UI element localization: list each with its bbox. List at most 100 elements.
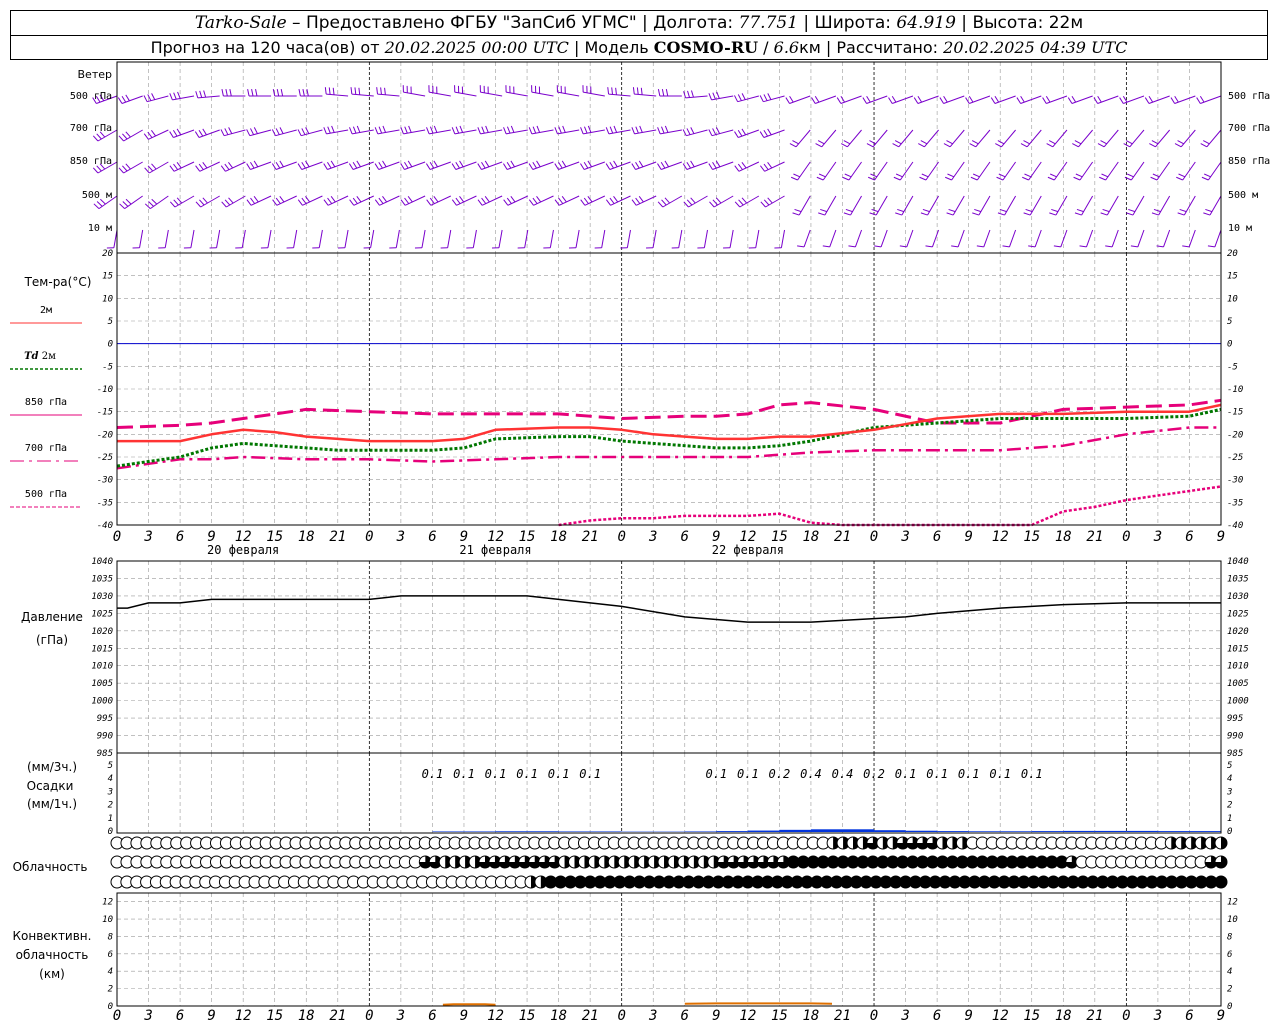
temp-ytick-right: 0	[1227, 340, 1232, 350]
wind-barb-staff	[626, 229, 631, 248]
wind-barb-feather	[382, 125, 387, 133]
wind-barb-feather	[816, 176, 824, 181]
wind-barb-feather	[503, 199, 509, 206]
wind-barb-staff	[506, 161, 528, 170]
wind-barb-feather	[1199, 95, 1205, 103]
wind-barb	[426, 125, 451, 135]
wind-barb-feather	[690, 127, 695, 134]
wind-barb-staff	[738, 129, 760, 138]
wind-barb-feather	[836, 97, 842, 104]
prec-ytick-left: 5	[108, 761, 113, 771]
wind-barb-staff	[1137, 229, 1145, 248]
wind-barb-feather	[119, 203, 125, 209]
wind-barb-feather	[841, 143, 848, 148]
wind-barb-feather	[891, 95, 897, 103]
wind-barb-feather	[503, 127, 507, 135]
temp-ytick-right: -20	[1227, 430, 1243, 440]
wind-barb-staff	[584, 195, 606, 206]
wind-barb-staff	[404, 195, 426, 206]
conv-xtick: 3	[648, 1008, 657, 1024]
temp-ytick-left: -5	[102, 362, 113, 372]
wind-barb-feather	[255, 89, 258, 97]
wind-barb-staff	[1004, 195, 1017, 216]
wind-barb	[1149, 129, 1171, 148]
wind-barb-feather	[358, 87, 361, 95]
wind-barb-feather	[455, 161, 460, 169]
wind-frame	[116, 61, 1222, 254]
wind-barb-staff	[173, 129, 195, 138]
wind-barb-feather	[686, 199, 693, 206]
wind-barb	[454, 85, 477, 97]
wind-barb	[477, 125, 503, 135]
wind-barb-feather	[1125, 140, 1133, 145]
pres-ytick-left: 1040	[91, 557, 113, 567]
wind-barb-feather	[229, 89, 232, 97]
wind-barb-staff	[729, 229, 734, 248]
wind-barb-feather	[737, 94, 742, 101]
precip-bar	[1000, 831, 1032, 832]
wind-barb	[528, 195, 554, 206]
wind-level-label-left: 700 гПа	[70, 123, 112, 134]
wind-barb-staff	[850, 195, 862, 216]
wind-barb	[1207, 229, 1222, 248]
temp-xtick: 3	[900, 529, 909, 545]
wind-barb-staff	[899, 161, 914, 181]
wind-barb-staff	[267, 229, 272, 248]
wind-barb-staff	[429, 91, 451, 97]
precip-bar	[1157, 831, 1190, 832]
wind-barb-feather	[484, 196, 490, 203]
precip-bar	[527, 831, 559, 832]
wind-barb-feather	[763, 163, 769, 170]
wind-barb-feather	[143, 133, 149, 140]
prec-ytick-right: 2	[1227, 801, 1232, 811]
convective-panel	[442, 1002, 833, 1006]
wind-barb-staff	[1158, 195, 1171, 216]
wind-barb-feather	[785, 97, 790, 104]
wind-barb	[466, 229, 477, 249]
wind-barb-feather	[1074, 140, 1082, 145]
pres-ytick-right: 1040	[1227, 557, 1249, 567]
wind-barb-staff	[755, 229, 760, 248]
wind-barb	[972, 195, 991, 216]
wind-barb-feather	[151, 93, 156, 100]
wind-barb-staff	[789, 95, 811, 104]
wind-barb	[1200, 129, 1222, 148]
wind-barb-feather	[605, 199, 611, 206]
wind-barb	[143, 93, 169, 103]
wind-barb	[272, 195, 297, 206]
conv-xtick: 15	[1023, 1008, 1040, 1024]
wind-barb-feather	[455, 126, 460, 134]
wind-barb-feather	[558, 197, 564, 204]
wind-barb-staff	[976, 161, 991, 181]
wind-barb-staff	[1086, 229, 1094, 248]
wind-barb-staff	[931, 229, 940, 248]
wind-barb-feather	[913, 97, 919, 104]
wind-barb	[209, 229, 221, 249]
wind-barb-feather	[433, 160, 438, 168]
wind-barb-staff	[139, 229, 144, 248]
conv-xtick: 15	[519, 1008, 536, 1024]
wind-barb-feather	[1152, 173, 1160, 178]
wind-barb-staff	[924, 129, 939, 148]
legend-td-level: 2м	[39, 351, 57, 362]
wind-barb	[841, 129, 862, 148]
wind-barb	[925, 229, 940, 248]
wind-barb-feather	[1101, 173, 1109, 178]
wind-barb	[119, 195, 143, 210]
wind-barb-feather	[1072, 143, 1079, 148]
wind-barb-feather	[554, 127, 558, 135]
pres-ytick-right: 1015	[1227, 644, 1249, 654]
wind-barb-feather	[356, 196, 362, 203]
precip-3h-label: 0.1	[548, 767, 570, 781]
legend-t850: 850 гПа	[25, 397, 67, 408]
wind-barb	[169, 128, 195, 138]
conv-ytick-left: 10	[102, 915, 113, 925]
wind-barb-feather	[228, 162, 234, 169]
wind-barb-feather	[297, 129, 302, 136]
wind-barb-staff	[1078, 129, 1094, 148]
precip-unit-1h: (мм/1ч.)	[27, 797, 77, 811]
wind-barb-feather	[712, 128, 717, 135]
wind-barb-feather	[481, 126, 485, 134]
wind-barb-feather	[657, 163, 662, 170]
wind-barb-feather	[1020, 95, 1025, 103]
